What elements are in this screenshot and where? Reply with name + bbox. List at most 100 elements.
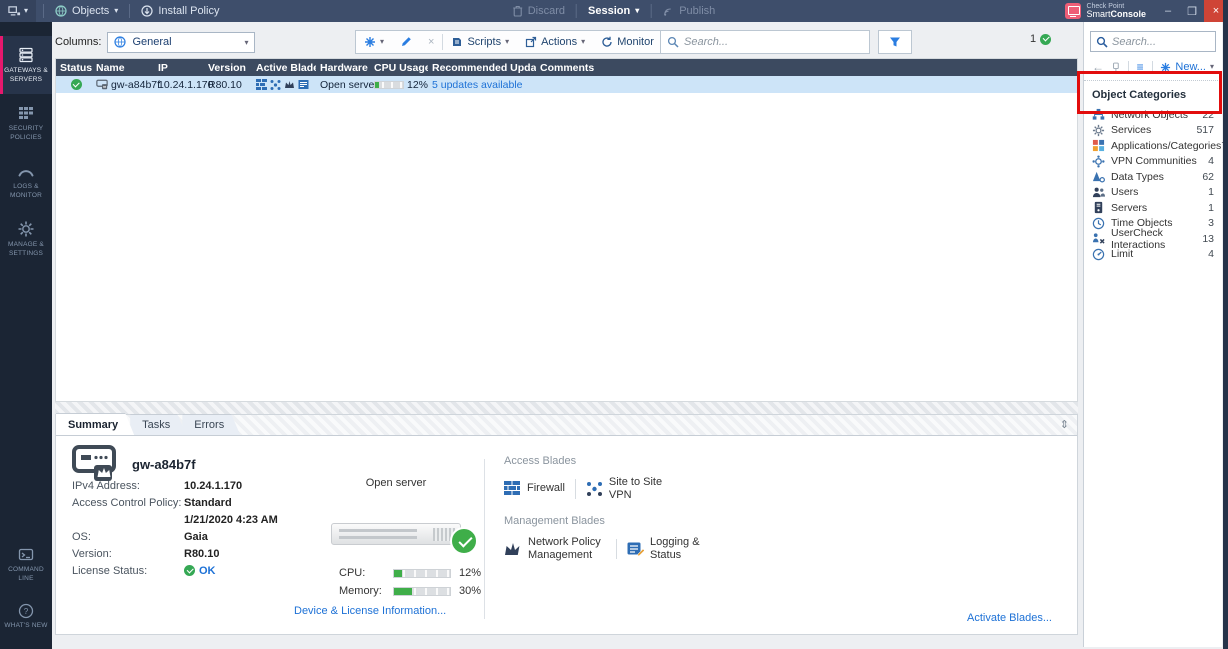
divider [616, 539, 617, 559]
publish-label: Publish [679, 5, 715, 17]
sidebar-item-command-line[interactable]: COMMAND LINE [0, 539, 52, 591]
column-header-recommended-updates[interactable]: Recommended Updates [428, 62, 536, 74]
sidebar-item-security-policies[interactable]: SECURITY POLICIES [0, 94, 52, 152]
ipv4-label: IPv4 Address: [72, 480, 184, 492]
column-header-cpu-usage[interactable]: CPU Usage [370, 62, 428, 74]
discard-button[interactable]: Discard [509, 5, 569, 17]
scripts-menu[interactable]: Scripts ▾ [443, 31, 517, 53]
actions-menu[interactable]: Actions ▾ [517, 31, 593, 53]
category-users[interactable]: Users 1 [1084, 185, 1222, 201]
result-count: 1 [1030, 33, 1051, 45]
install-policy-button[interactable]: Install Policy [137, 5, 223, 17]
updates-available-link[interactable]: 5 updates available [432, 79, 523, 91]
security-policies-icon [17, 104, 35, 122]
policy-label: Access Control Policy: [72, 497, 184, 509]
data-types-icon [1092, 170, 1105, 183]
column-header-ip[interactable]: IP [154, 62, 204, 74]
column-header-name[interactable]: Name [92, 62, 154, 74]
new-object-button[interactable]: New... ▾ [1160, 61, 1214, 73]
new-star-icon [364, 36, 376, 48]
category-count: 22 [1202, 109, 1214, 121]
category-view-icon[interactable]: ≡ [1137, 60, 1144, 74]
sidebar-item-gateways-servers[interactable]: GATEWAYS & SERVERS [0, 36, 52, 94]
category-services[interactable]: Services 517 [1084, 123, 1222, 139]
category-data-types[interactable]: Data Types 62 [1084, 169, 1222, 185]
category-label: Servers [1111, 202, 1147, 214]
version-value: R80.10 [184, 548, 219, 560]
category-network-objects[interactable]: Network Objects 22 [1084, 107, 1222, 123]
sidebar-item-manage-settings[interactable]: MANAGE & SETTINGS [0, 210, 52, 268]
column-header-comments[interactable]: Comments [536, 62, 1077, 74]
category-usercheck[interactable]: UserCheck Interactions 13 [1084, 231, 1222, 247]
gateway-version: R80.10 [204, 79, 252, 91]
monitor-button[interactable]: Monitor [593, 31, 662, 53]
sidebar-item-whats-new[interactable]: ? WHAT'S NEW [0, 591, 52, 643]
column-header-version[interactable]: Version [204, 62, 252, 74]
app-menu-button[interactable]: ▾ [0, 0, 36, 22]
column-header-active-blades[interactable]: Active Blades [252, 62, 316, 74]
expand-panel-icon[interactable]: ⇕ [1060, 418, 1069, 431]
session-label: Session [588, 5, 630, 17]
category-applications[interactable]: Applications/Categories 7508 [1084, 138, 1222, 154]
logging-status-blade[interactable]: Logging & Status [627, 536, 728, 561]
object-categories-title: Object Categories [1084, 81, 1222, 107]
clock-icon [1092, 217, 1105, 230]
divider [1128, 61, 1129, 73]
session-menu[interactable]: Session ▾ [584, 5, 643, 17]
tab-errors[interactable]: Errors [182, 414, 240, 435]
new-object-button[interactable]: ▾ [356, 31, 392, 53]
activate-blades-link[interactable]: Activate Blades... [967, 612, 1052, 624]
publish-button[interactable]: Publish [658, 5, 719, 17]
install-policy-icon [141, 5, 153, 17]
objects-menu[interactable]: Objects ▾ [51, 5, 122, 17]
vpn-communities-icon [1092, 155, 1105, 168]
chevron-down-icon: ▾ [24, 7, 28, 15]
divider [484, 459, 485, 619]
monitor-label: Monitor [617, 36, 654, 48]
gateways-toolbar: Columns: General ▾ ▾ × Scripts ▾ Ac [55, 30, 1078, 54]
refresh-icon [601, 36, 613, 48]
tab-summary[interactable]: Summary [56, 413, 134, 435]
objects-search [1090, 31, 1216, 52]
pencil-icon [400, 36, 412, 48]
hardware-column: Open server CPU:12% Memory:30% [311, 477, 481, 597]
pin-icon[interactable] [1112, 61, 1120, 73]
brand-line2a: Smart [1086, 9, 1110, 19]
maximize-button[interactable]: ❒ [1180, 0, 1204, 22]
objects-label: Objects [72, 5, 109, 17]
delete-button[interactable]: × [420, 31, 442, 53]
edit-button[interactable] [392, 31, 420, 53]
category-label: Applications/Categories [1111, 140, 1221, 152]
column-header-status[interactable]: Status [56, 62, 92, 74]
columns-dropdown[interactable]: General ▾ [107, 32, 255, 53]
category-count: 1 [1208, 202, 1214, 214]
category-vpn-communities[interactable]: VPN Communities 4 [1084, 154, 1222, 170]
panel-splitter[interactable] [55, 402, 1078, 414]
firewall-blade[interactable]: Firewall [504, 481, 565, 496]
chevron-down-icon: ▾ [505, 38, 509, 46]
globe-icon [114, 36, 126, 48]
license-status-link[interactable]: OK [199, 565, 216, 577]
window-controls: Check Point SmartConsole – ❒ × [1065, 0, 1228, 22]
firewall-icon [504, 481, 521, 496]
table-row[interactable]: gw-a84b7f 10.24.1.170 R80.10 Open server… [56, 76, 1077, 93]
chevron-down-icon: ▾ [114, 7, 118, 15]
column-header-hardware[interactable]: Hardware [316, 62, 370, 74]
filter-button[interactable] [878, 30, 912, 54]
discard-label: Discard [528, 5, 565, 17]
device-license-link[interactable]: Device & License Information... [294, 605, 446, 617]
sidebar-item-logs-monitor[interactable]: LOGS & MONITOR [0, 152, 52, 210]
category-servers[interactable]: Servers 1 [1084, 200, 1222, 216]
objects-search-input[interactable] [1112, 36, 1210, 48]
policy-value: Standard [184, 497, 232, 509]
active-blades-cell [252, 79, 316, 90]
tab-tasks[interactable]: Tasks [130, 414, 186, 435]
minimize-button[interactable]: – [1156, 0, 1180, 22]
back-icon[interactable]: ← [1092, 60, 1104, 74]
category-count: 517 [1196, 124, 1214, 136]
search-input[interactable] [684, 36, 863, 48]
network-policy-management-blade[interactable]: Network Policy Management [504, 536, 606, 561]
category-count: 3 [1208, 217, 1214, 229]
site-to-site-vpn-blade[interactable]: Site to Site VPN [586, 476, 687, 501]
memory-meter [393, 587, 451, 596]
